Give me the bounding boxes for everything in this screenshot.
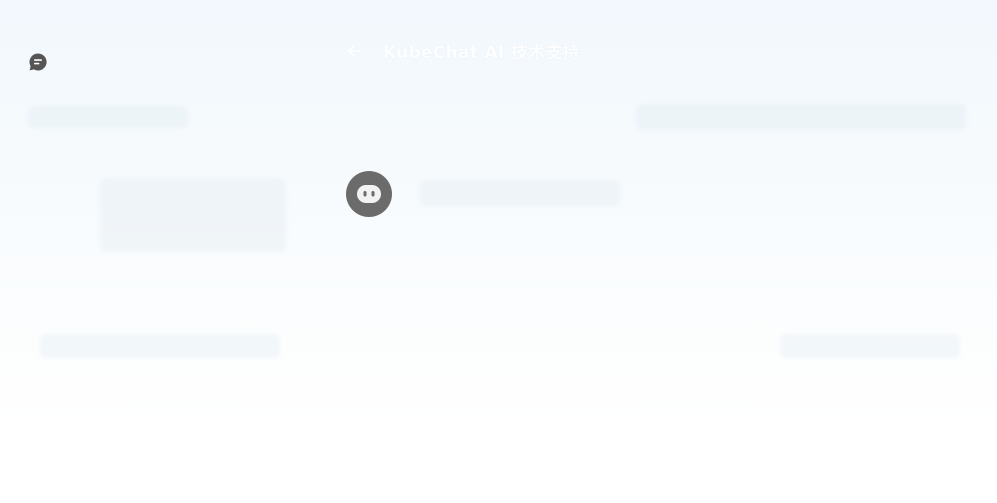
app-window: KubeChat AI 技术支持 <box>0 0 997 503</box>
robot-face-icon <box>357 185 381 203</box>
ghost-footer-row <box>40 334 280 358</box>
chat-bubble-icon[interactable] <box>28 52 48 72</box>
ghost-sidebar-row <box>28 106 188 128</box>
page-title: KubeChat AI 技术支持 <box>383 43 580 63</box>
ghost-header-bar <box>636 104 966 130</box>
bot-avatar <box>346 171 392 217</box>
arrow-left-icon[interactable] <box>344 41 364 61</box>
ghost-message-row <box>420 180 620 206</box>
ghost-sidebar-item <box>100 178 286 252</box>
ghost-right-panel <box>780 334 960 358</box>
